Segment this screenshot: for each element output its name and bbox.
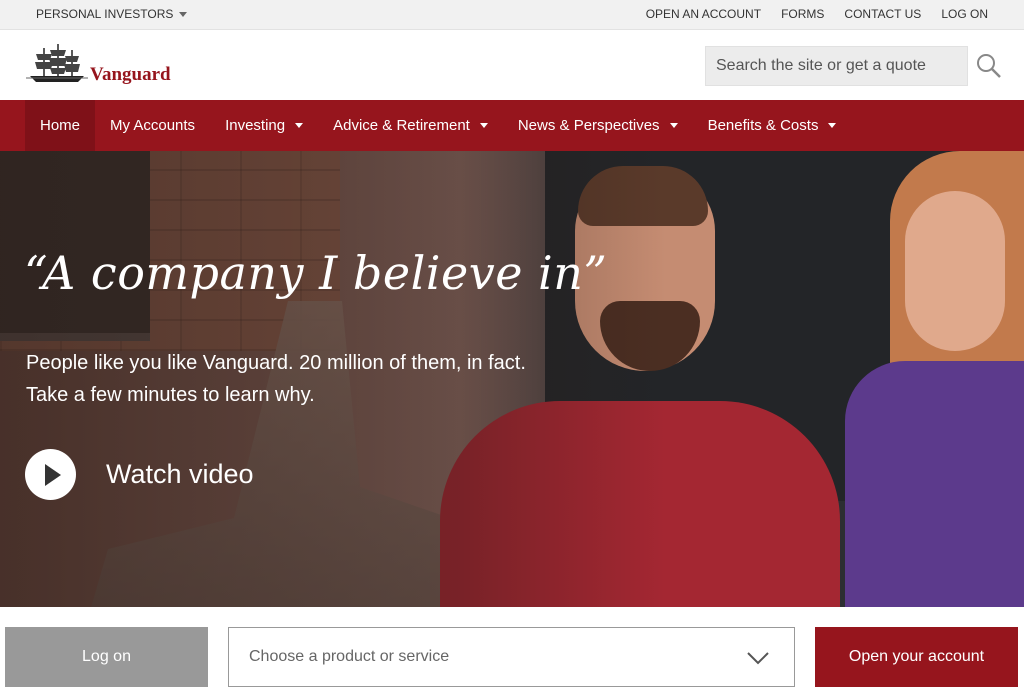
nav-item-home[interactable]: Home bbox=[25, 100, 96, 151]
nav-item-investing[interactable]: Investing bbox=[210, 100, 318, 151]
utility-links: OPEN AN ACCOUNT FORMS CONTACT US LOG ON bbox=[646, 7, 988, 21]
nav-label: Investing bbox=[225, 117, 286, 134]
main-nav: Home My Accounts Investing Advice & Reti… bbox=[0, 100, 1024, 151]
nav-item-benefits-costs[interactable]: Benefits & Costs bbox=[693, 100, 852, 151]
utility-bar: PERSONAL INVESTORS OPEN AN ACCOUNT FORMS… bbox=[0, 0, 1024, 30]
chevron-down-icon bbox=[479, 123, 488, 128]
search-input[interactable]: Search the site or get a quote bbox=[705, 46, 968, 86]
open-account-label: Open your account bbox=[848, 648, 985, 665]
hero-quote: “A company I believe in” bbox=[24, 246, 608, 300]
chevron-down-icon bbox=[747, 652, 769, 665]
nav-label: Advice & Retirement bbox=[333, 117, 470, 134]
watch-video-button[interactable]: Watch video bbox=[25, 449, 254, 500]
ship-icon bbox=[26, 44, 88, 82]
chevron-down-icon bbox=[828, 123, 837, 128]
play-icon bbox=[25, 449, 76, 500]
audience-dropdown[interactable]: PERSONAL INVESTORS bbox=[36, 7, 188, 21]
nav-label: News & Perspectives bbox=[517, 117, 660, 134]
nav-label: My Accounts bbox=[110, 117, 196, 134]
log-on-button[interactable]: Log on bbox=[5, 627, 208, 687]
hero-banner: “A company I believe in” People like you… bbox=[0, 151, 1024, 607]
search-button[interactable] bbox=[975, 52, 1003, 80]
site-header: Vanguard Search the site or get a quote bbox=[0, 30, 1024, 100]
open-account-link[interactable]: OPEN AN ACCOUNT bbox=[646, 7, 761, 21]
hero-subtitle: People like you like Vanguard. 20 millio… bbox=[26, 352, 526, 406]
contact-us-link[interactable]: CONTACT US bbox=[844, 7, 921, 21]
chevron-down-icon bbox=[295, 123, 304, 128]
chevron-down-icon bbox=[179, 11, 188, 17]
watch-video-label: Watch video bbox=[106, 459, 254, 489]
action-bar: Log on Choose a product or service Open … bbox=[0, 607, 1024, 696]
audience-label: PERSONAL INVESTORS bbox=[36, 7, 174, 21]
logo-wordmark: Vanguard bbox=[90, 64, 171, 85]
open-account-button[interactable]: Open your account bbox=[815, 627, 1018, 687]
nav-item-advice-retirement[interactable]: Advice & Retirement bbox=[318, 100, 503, 151]
vanguard-logo[interactable]: Vanguard bbox=[26, 42, 186, 88]
nav-label: Home bbox=[40, 117, 81, 134]
log-on-link[interactable]: LOG ON bbox=[941, 7, 988, 21]
nav-item-my-accounts[interactable]: My Accounts bbox=[95, 100, 210, 151]
search-placeholder: Search the site or get a quote bbox=[716, 57, 926, 74]
magnifier-icon bbox=[977, 54, 1001, 78]
nav-item-news-perspectives[interactable]: News & Perspectives bbox=[503, 100, 693, 151]
forms-link[interactable]: FORMS bbox=[781, 7, 824, 21]
product-service-select[interactable]: Choose a product or service bbox=[228, 627, 795, 687]
log-on-label: Log on bbox=[82, 648, 131, 665]
select-placeholder: Choose a product or service bbox=[249, 648, 450, 665]
chevron-down-icon bbox=[669, 123, 678, 128]
nav-label: Benefits & Costs bbox=[707, 117, 819, 134]
